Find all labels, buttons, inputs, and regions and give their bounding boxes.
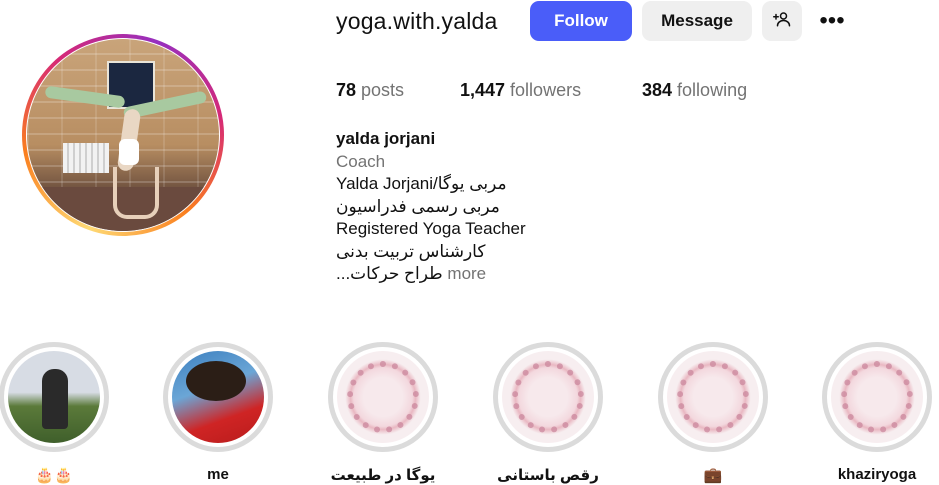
profile-username: yoga.with.yalda [336, 8, 498, 34]
bio-line: کارشناس تربیت بدنی [336, 241, 486, 261]
highlight-item[interactable]: 🎂🎂 [0, 342, 110, 484]
highlight-label: رقص باستانی [497, 467, 599, 484]
posts-label: posts [356, 80, 405, 100]
radiator [63, 143, 109, 173]
person-plus-icon [773, 10, 791, 33]
followers-count: 1,447 [460, 80, 506, 100]
posts-count: 78 [336, 80, 357, 100]
highlight-cover [667, 351, 759, 443]
highlight-item[interactable]: یوگا در طبیعت [327, 342, 439, 484]
bio-line: ...طراح حرکات [336, 264, 443, 283]
following-label: following [672, 80, 748, 100]
profile-avatar[interactable] [22, 34, 224, 236]
following-count: 384 [642, 80, 673, 100]
highlight-item[interactable]: me [162, 342, 274, 483]
bio-line: مربی رسمی فدراسیون [336, 196, 500, 216]
three-dots-icon: ••• [819, 7, 845, 34]
highlight-cover [8, 351, 100, 443]
bio-last-line: ...طراح حرکات more [336, 263, 596, 286]
highlight-item[interactable]: khaziryoga [821, 342, 933, 483]
bio-line: Registered Yoga Teacher [336, 219, 526, 238]
options-button[interactable]: ••• [812, 1, 852, 41]
message-button[interactable]: Message [642, 1, 752, 41]
category-label: Coach [336, 151, 386, 171]
highlight-label: 🎂🎂 [35, 467, 73, 484]
highlight-cover [831, 351, 923, 443]
highlight-cover [502, 351, 594, 443]
highlight-cover [337, 351, 429, 443]
profile-photo [27, 39, 219, 231]
full-name: yalda jorjani [336, 129, 436, 148]
followers-label: followers [505, 80, 582, 100]
following-stat[interactable]: 384 following [642, 80, 747, 101]
followers-stat[interactable]: 1,447 followers [460, 80, 581, 101]
profile-bio: yalda jorjani Coach Yalda Jorjani/مربی ی… [336, 128, 596, 286]
follow-button[interactable]: Follow [530, 1, 632, 41]
highlight-item[interactable]: 💼 [657, 342, 769, 484]
posts-stat: 78 posts [336, 80, 404, 101]
highlight-label: khaziryoga [837, 466, 917, 483]
suggested-accounts-button[interactable] [762, 1, 802, 41]
highlight-label: 💼 [703, 467, 723, 484]
highlight-label: me [207, 466, 229, 483]
bio-more-link[interactable]: more [447, 264, 486, 283]
highlight-cover [172, 351, 264, 443]
highlight-item[interactable]: رقص باستانی [492, 342, 604, 484]
highlight-label: یوگا در طبیعت [330, 467, 436, 484]
bio-line: Yalda Jorjani/مربی یوگا [336, 174, 507, 193]
